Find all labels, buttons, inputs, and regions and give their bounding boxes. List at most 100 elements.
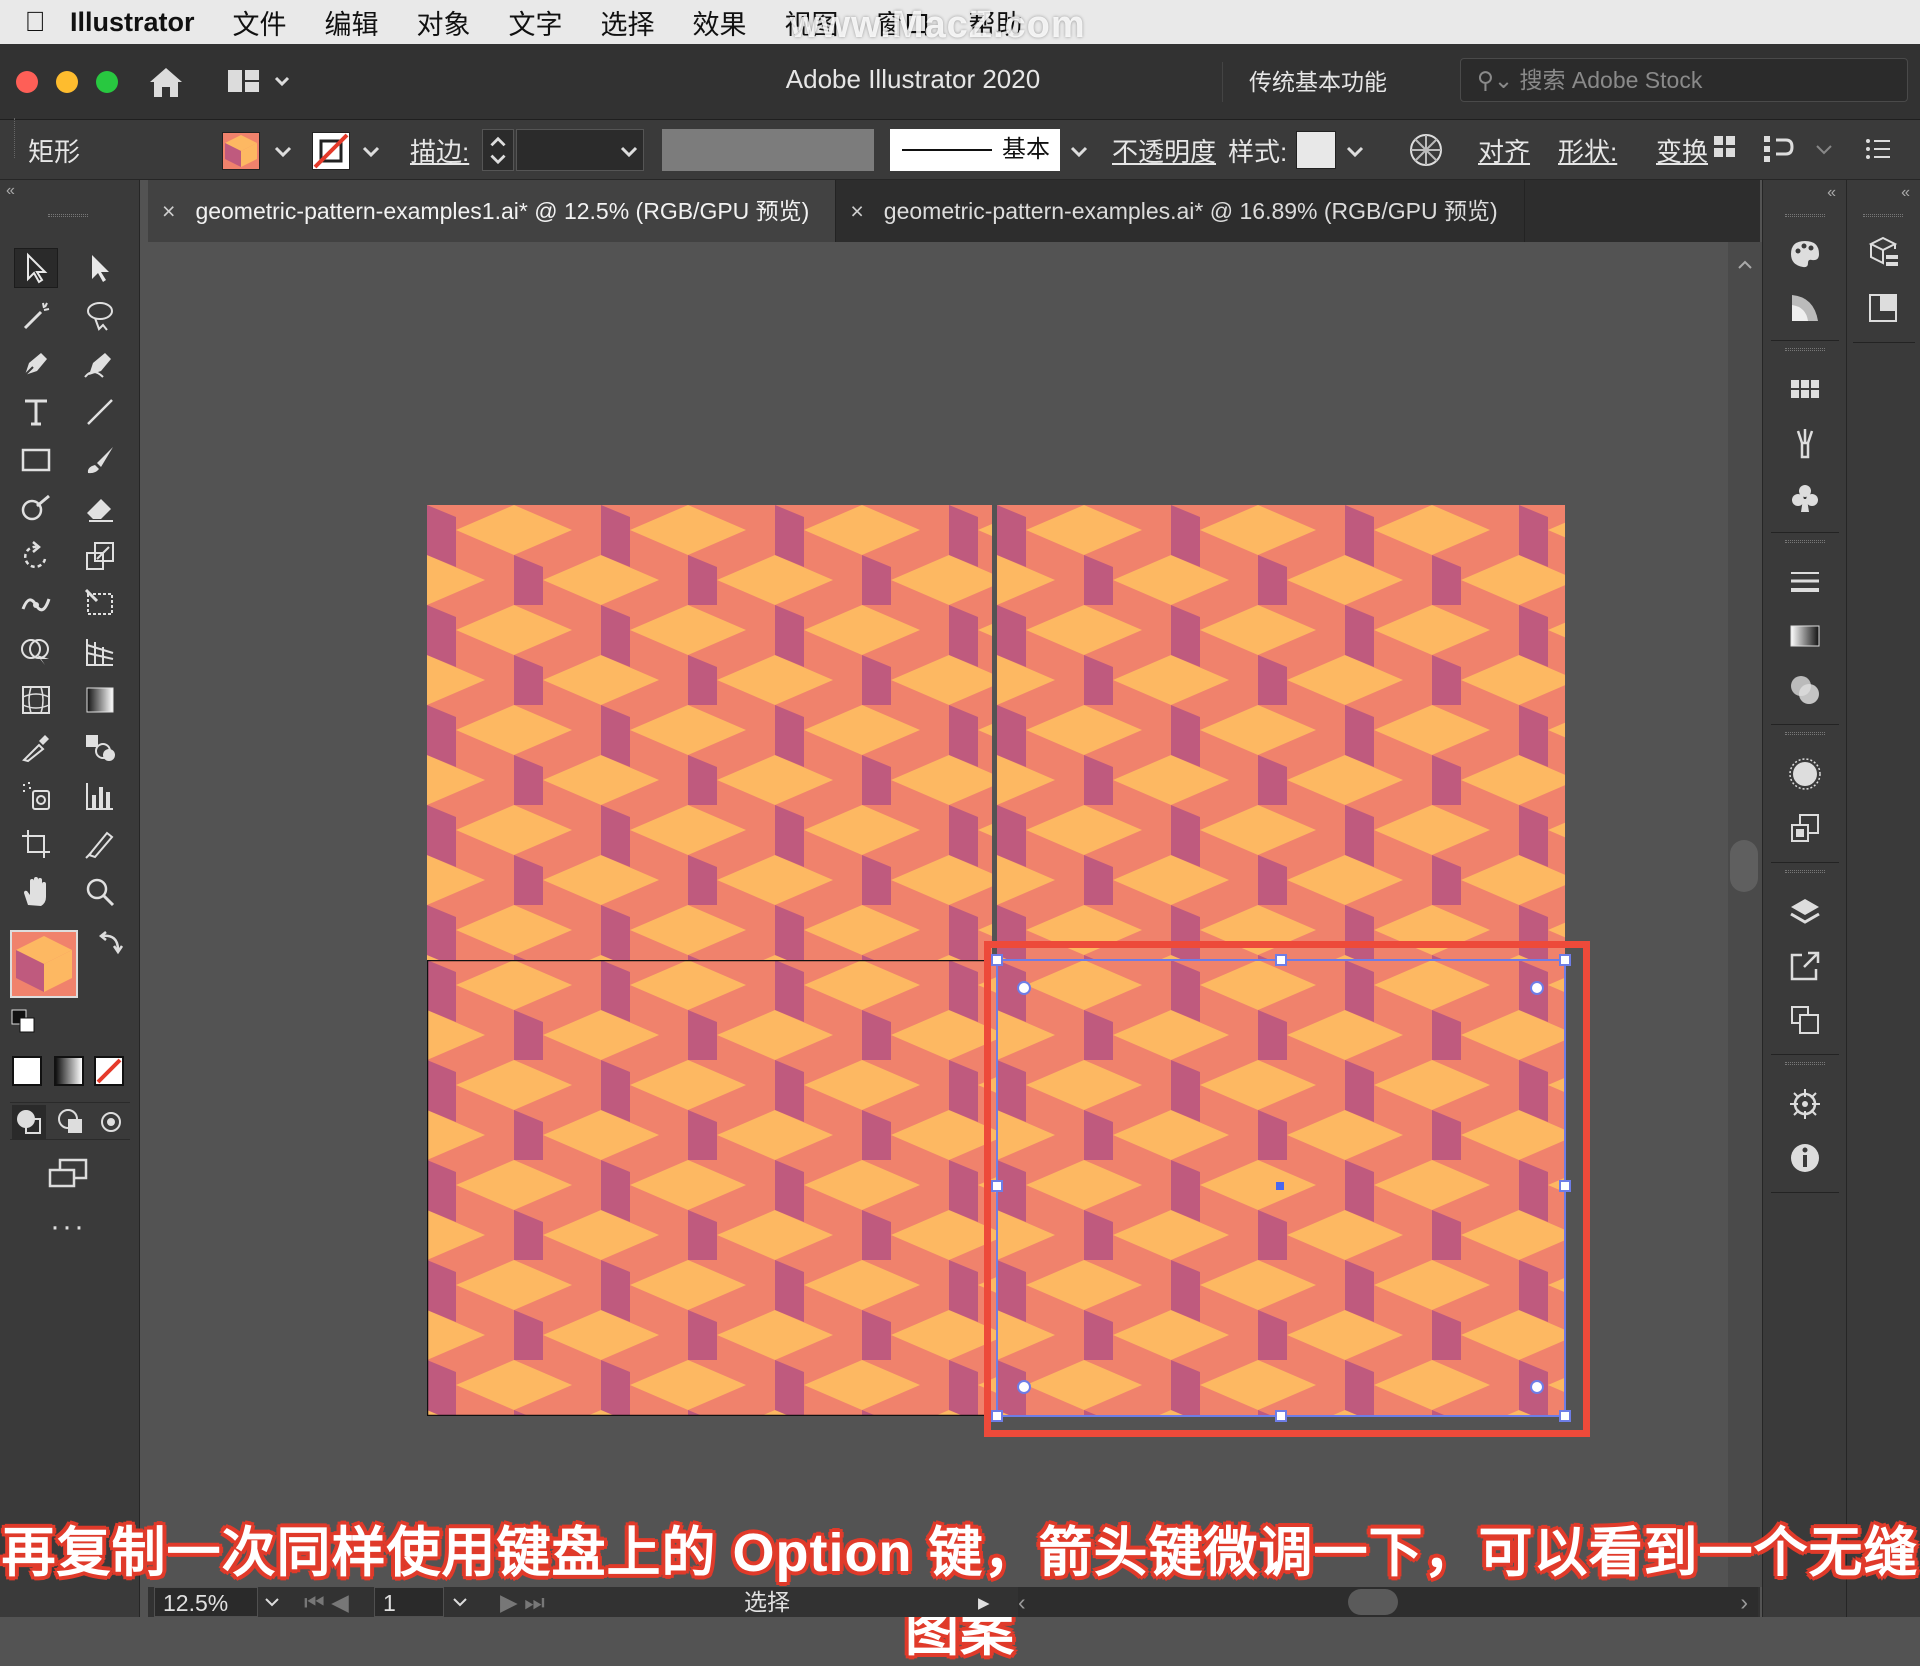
- chevron-down-icon[interactable]: [1812, 132, 1836, 166]
- appearance-panel-icon[interactable]: [1785, 754, 1825, 794]
- direct-selection-tool-icon[interactable]: [78, 248, 122, 288]
- none-mode-button[interactable]: [94, 1056, 124, 1086]
- menu-type[interactable]: 文字: [509, 3, 563, 42]
- color-panel-icon[interactable]: [1785, 234, 1825, 274]
- rectangle-tool-icon[interactable]: [14, 440, 58, 480]
- gradient-panel-icon[interactable]: [1785, 616, 1825, 656]
- tab-document-1[interactable]: × geometric-pattern-examples1.ai* @ 12.5%…: [148, 180, 837, 242]
- horizontal-scrollbar[interactable]: ‹ ›: [1018, 1587, 1758, 1617]
- opacity-label[interactable]: 不透明度: [1112, 132, 1216, 169]
- shape-label[interactable]: 形状:: [1558, 132, 1617, 169]
- horizontal-scroll-thumb[interactable]: [1348, 1589, 1398, 1615]
- export-for-screens-icon[interactable]: [1785, 946, 1825, 986]
- arrange-icon[interactable]: [1712, 132, 1738, 162]
- swatches-panel-icon[interactable]: [1785, 370, 1825, 410]
- brushes-panel-icon[interactable]: [1785, 424, 1825, 464]
- pattern-tile-top-left[interactable]: [427, 505, 992, 960]
- shape-builder-tool-icon[interactable]: [14, 632, 58, 672]
- close-tab-icon[interactable]: ×: [162, 198, 175, 224]
- width-tool-icon[interactable]: [14, 584, 58, 624]
- apple-icon[interactable]: : [0, 6, 70, 38]
- pattern-tile-top-right[interactable]: [997, 505, 1565, 960]
- lasso-tool-icon[interactable]: [78, 296, 122, 336]
- zoom-tool-icon[interactable]: [78, 872, 122, 912]
- collapse-dock-icon[interactable]: «: [1827, 184, 1836, 202]
- brush-definition-field[interactable]: 基本: [890, 129, 1060, 171]
- zoom-dropdown-icon[interactable]: [260, 1587, 284, 1617]
- gradient-tool-icon[interactable]: [78, 680, 122, 720]
- artboard-tool-icon[interactable]: [14, 824, 58, 864]
- navigator-panel-icon[interactable]: [1785, 1084, 1825, 1124]
- blend-tool-icon[interactable]: [78, 728, 122, 768]
- type-tool-icon[interactable]: [14, 392, 58, 432]
- stock-search-input[interactable]: ⚲⌄ 搜索 Adobe Stock: [1460, 58, 1908, 102]
- fill-dropdown[interactable]: [268, 130, 298, 170]
- isolate-icon[interactable]: [1762, 132, 1796, 166]
- menu-select[interactable]: 选择: [601, 3, 655, 42]
- default-fill-stroke-icon[interactable]: [10, 1008, 38, 1036]
- symbol-sprayer-tool-icon[interactable]: [14, 776, 58, 816]
- draw-behind-icon[interactable]: [54, 1105, 88, 1139]
- gradient-mode-button[interactable]: [54, 1056, 84, 1086]
- eyedropper-tool-icon[interactable]: [14, 728, 58, 768]
- magic-wand-tool-icon[interactable]: [14, 296, 58, 336]
- panel-menu-icon[interactable]: [1862, 132, 1896, 166]
- rotate-tool-icon[interactable]: [14, 536, 58, 576]
- fill-color-box[interactable]: [10, 930, 78, 998]
- paintbrush-tool-icon[interactable]: [78, 440, 122, 480]
- libraries-panel-icon[interactable]: [1863, 232, 1903, 272]
- slice-tool-icon[interactable]: [78, 824, 122, 864]
- perspective-grid-tool-icon[interactable]: [78, 632, 122, 672]
- vertical-scroll-thumb[interactable]: [1730, 840, 1758, 892]
- workspace-switcher[interactable]: 传统基本功能 ⌄: [1222, 62, 1422, 135]
- recolor-artwork-icon[interactable]: [1406, 130, 1446, 170]
- layers-panel-icon[interactable]: [1785, 892, 1825, 932]
- change-screen-mode-icon[interactable]: [46, 1154, 90, 1194]
- artboard-number-field[interactable]: 1: [374, 1587, 444, 1617]
- stroke-panel-icon[interactable]: [1785, 562, 1825, 602]
- next-last-artboard-icons[interactable]: ▶ ⏭: [500, 1587, 560, 1617]
- line-segment-tool-icon[interactable]: [78, 392, 122, 432]
- close-tab-icon[interactable]: ×: [850, 198, 863, 224]
- brush-dropdown[interactable]: [1064, 130, 1094, 170]
- variable-width-profile[interactable]: [662, 129, 874, 171]
- menu-object[interactable]: 对象: [417, 3, 471, 42]
- color-guide-panel-icon[interactable]: [1785, 288, 1825, 328]
- stroke-swatch[interactable]: [312, 132, 350, 170]
- shaper-tool-icon[interactable]: [14, 488, 58, 528]
- hand-tool-icon[interactable]: [14, 872, 58, 912]
- first-prev-artboard-icons[interactable]: ⏮ ◀: [304, 1587, 364, 1617]
- align-label[interactable]: 对齐: [1478, 132, 1530, 169]
- stroke-weight-stepper[interactable]: [482, 129, 514, 171]
- menu-effect[interactable]: 效果: [693, 3, 747, 42]
- pattern-tile-bottom-left[interactable]: [427, 960, 1002, 1416]
- edit-toolbar-icon[interactable]: ···: [50, 1210, 86, 1244]
- swap-fill-stroke-icon[interactable]: [96, 928, 126, 958]
- free-transform-tool-icon[interactable]: [78, 584, 122, 624]
- tab-document-2[interactable]: × geometric-pattern-examples.ai* @ 16.89%…: [836, 180, 1525, 242]
- stroke-label[interactable]: 描边:: [410, 132, 469, 169]
- fill-swatch[interactable]: [222, 132, 260, 170]
- draw-inside-icon[interactable]: [94, 1105, 128, 1139]
- style-dropdown[interactable]: [1340, 130, 1370, 170]
- eraser-tool-icon[interactable]: [78, 488, 122, 528]
- collapse-dock2-icon[interactable]: «: [1901, 184, 1910, 202]
- column-graph-tool-icon[interactable]: [78, 776, 122, 816]
- selection-tool-icon[interactable]: [14, 248, 58, 288]
- color-mode-button[interactable]: [12, 1056, 42, 1086]
- transparency-panel-icon[interactable]: [1785, 670, 1825, 710]
- graphic-styles-panel-icon[interactable]: [1785, 808, 1825, 848]
- pen-tool-icon[interactable]: [14, 344, 58, 384]
- menu-file[interactable]: 文件: [233, 3, 287, 42]
- graphic-style-swatch[interactable]: [1296, 131, 1336, 169]
- artboard-dropdown-icon[interactable]: [448, 1587, 472, 1617]
- scroll-right-icon[interactable]: ›: [1740, 1587, 1748, 1617]
- zoom-level-field[interactable]: 12.5%: [154, 1587, 258, 1617]
- info-panel-icon[interactable]: [1785, 1138, 1825, 1178]
- stroke-weight-dropdown[interactable]: [614, 130, 644, 170]
- collapse-panel-icon[interactable]: «: [6, 182, 15, 200]
- draw-normal-icon[interactable]: [12, 1105, 46, 1139]
- scroll-left-icon[interactable]: ‹: [1018, 1587, 1026, 1617]
- properties-panel-icon[interactable]: [1863, 288, 1903, 328]
- transform-label[interactable]: 变换: [1656, 132, 1708, 169]
